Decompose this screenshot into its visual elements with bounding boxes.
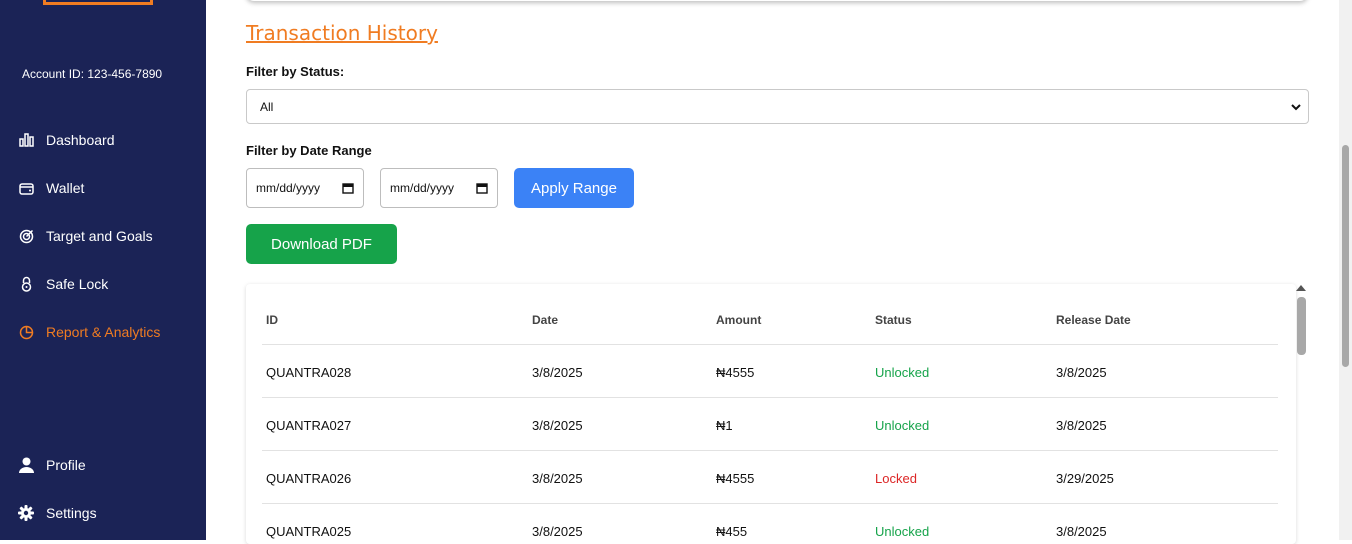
cell-id: QUANTRA027 — [266, 418, 352, 433]
column-header-release-date: Release Date — [1056, 313, 1131, 327]
bar-chart-icon — [18, 132, 34, 148]
column-header-date: Date — [532, 313, 559, 327]
page-scrollbar-thumb[interactable] — [1342, 145, 1349, 367]
cell-date: 3/8/2025 — [532, 365, 583, 380]
apply-range-button[interactable]: Apply Range — [514, 168, 634, 208]
target-icon — [18, 228, 34, 244]
pie-chart-icon — [18, 324, 34, 340]
sidebar-item-label: Safe Lock — [46, 276, 109, 292]
cell-id: QUANTRA026 — [266, 471, 352, 486]
lock-icon — [18, 276, 34, 292]
sidebar-item-label: Dashboard — [46, 132, 115, 148]
status-select[interactable]: All — [246, 89, 1309, 124]
cell-amount: ₦4555 — [716, 365, 755, 380]
sidebar-item-label: Target and Goals — [46, 228, 153, 244]
sidebar-item-profile[interactable]: Profile — [18, 453, 86, 477]
column-header-status: Status — [875, 313, 912, 327]
table-scrollbar-thumb[interactable] — [1297, 297, 1306, 355]
cell-status: Unlocked — [875, 365, 930, 380]
cell-amount: ₦4555 — [716, 471, 755, 486]
table-header: ID Date Amount Status Release Date — [262, 284, 1278, 345]
logo — [43, 0, 153, 5]
cell-release-date: 3/8/2025 — [1056, 365, 1107, 380]
sidebar-item-target-goals[interactable]: Target and Goals — [18, 224, 153, 248]
sidebar-item-dashboard[interactable]: Dashboard — [18, 128, 115, 152]
sidebar-item-label: Settings — [46, 505, 97, 521]
download-pdf-button[interactable]: Download PDF — [246, 224, 397, 264]
cell-release-date: 3/8/2025 — [1056, 524, 1107, 539]
table-row: QUANTRA028 3/8/2025 ₦4555 Unlocked 3/8/2… — [262, 345, 1278, 398]
cell-id: QUANTRA028 — [266, 365, 352, 380]
column-header-id: ID — [266, 313, 278, 327]
table-row: QUANTRA025 3/8/2025 ₦455 Unlocked 3/8/20… — [262, 504, 1278, 544]
table-row: QUANTRA026 3/8/2025 ₦4555 Locked 3/29/20… — [262, 451, 1278, 504]
date-to-input[interactable]: mm/dd/yyyy — [380, 168, 498, 208]
sidebar-item-wallet[interactable]: Wallet — [18, 176, 84, 200]
sidebar-item-report-analytics[interactable]: Report & Analytics — [18, 320, 160, 344]
cell-status: Locked — [875, 471, 917, 486]
main-content: Transaction History Filter by Status: Al… — [206, 0, 1339, 544]
sidebar-item-safe-lock[interactable]: Safe Lock — [18, 272, 108, 296]
cell-date: 3/8/2025 — [532, 418, 583, 433]
wallet-icon — [18, 180, 34, 196]
cell-release-date: 3/8/2025 — [1056, 418, 1107, 433]
user-icon — [18, 457, 34, 473]
sidebar-item-label: Wallet — [46, 180, 85, 196]
page-title: Transaction History — [246, 21, 438, 45]
filter-date-label: Filter by Date Range — [246, 143, 372, 158]
chevron-down-icon — [1290, 101, 1302, 116]
date-from-placeholder: mm/dd/yyyy — [256, 181, 321, 195]
status-select-value: All — [260, 99, 274, 114]
cell-status: Unlocked — [875, 418, 930, 433]
cell-status: Unlocked — [875, 524, 930, 539]
cell-amount: ₦455 — [716, 524, 748, 539]
calendar-icon[interactable] — [342, 182, 354, 197]
sidebar: Account ID: 123-456-7890 Dashboard Walle… — [0, 0, 206, 540]
date-from-input[interactable]: mm/dd/yyyy — [246, 168, 364, 208]
sidebar-item-label: Report & Analytics — [46, 324, 161, 340]
table-scroll-up-arrow[interactable] — [1296, 285, 1306, 291]
account-id: Account ID: 123-456-7890 — [22, 67, 163, 81]
sidebar-item-label: Profile — [46, 457, 86, 473]
cell-amount: ₦1 — [716, 418, 733, 433]
summary-card — [246, 0, 1308, 1]
sidebar-item-settings[interactable]: Settings — [18, 501, 97, 525]
page-scrollbar[interactable] — [1339, 0, 1352, 540]
gear-icon — [18, 505, 34, 521]
cell-release-date: 3/29/2025 — [1056, 471, 1114, 486]
transactions-table: ID Date Amount Status Release Date QUANT… — [246, 284, 1296, 544]
column-header-amount: Amount — [716, 313, 762, 327]
cell-date: 3/8/2025 — [532, 524, 583, 539]
cell-id: QUANTRA025 — [266, 524, 352, 539]
table-row: QUANTRA027 3/8/2025 ₦1 Unlocked 3/8/2025 — [262, 398, 1278, 451]
calendar-icon[interactable] — [476, 182, 488, 197]
filter-status-label: Filter by Status: — [246, 64, 345, 79]
date-to-placeholder: mm/dd/yyyy — [390, 181, 455, 195]
cell-date: 3/8/2025 — [532, 471, 583, 486]
